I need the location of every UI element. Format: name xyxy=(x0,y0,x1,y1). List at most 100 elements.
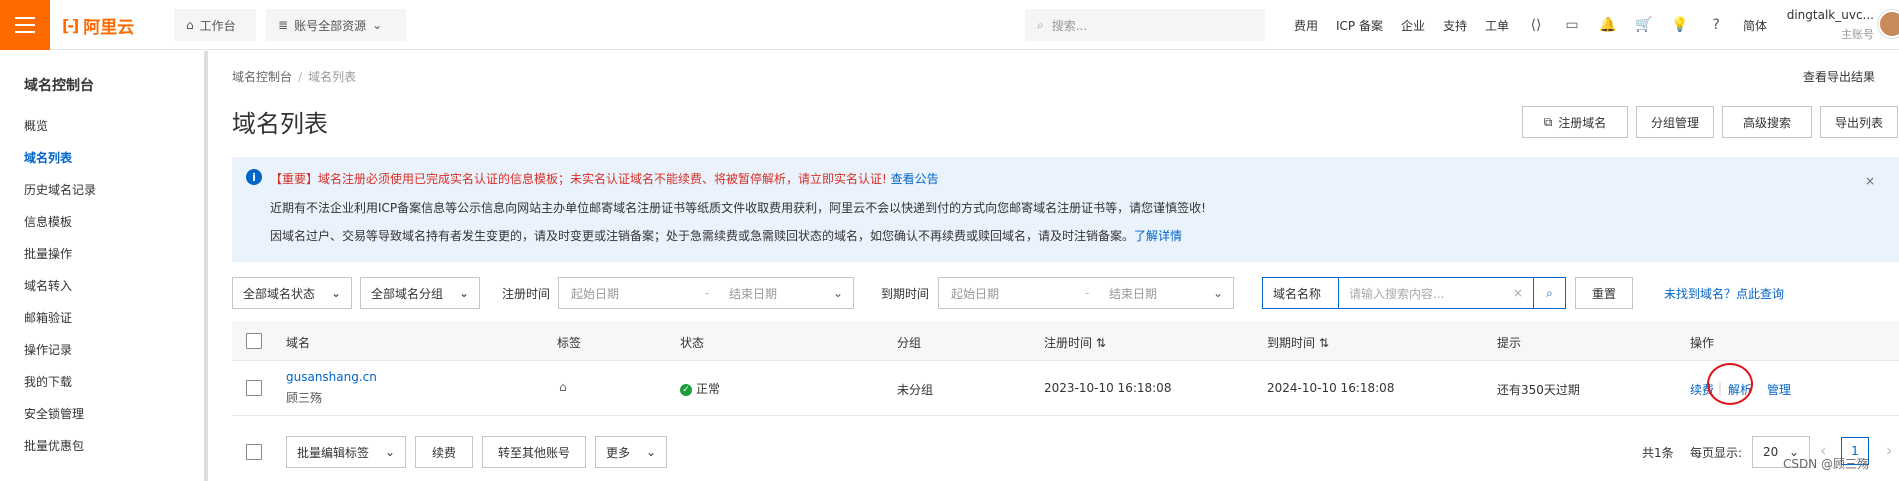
layers-icon: ≣ xyxy=(278,18,289,32)
hamburger-menu-button[interactable] xyxy=(0,0,50,50)
domain-search-group: 域名名称 请输入搜索内容... × ⌕ xyxy=(1262,277,1566,309)
sidebar-item-security-lock[interactable]: 安全锁管理 xyxy=(24,405,84,422)
chevron-down-icon: ⌄ xyxy=(458,286,469,300)
language-switch[interactable]: 简体 xyxy=(1734,17,1776,34)
sort-icon: ⇅ xyxy=(1318,336,1329,350)
domain-search-input[interactable]: 请输入搜索内容... × xyxy=(1338,277,1534,309)
sort-icon: ⇅ xyxy=(1095,336,1106,350)
nav-support[interactable]: 支持 xyxy=(1434,17,1476,34)
top-nav: 费用 ICP 备案 企业 支持 工单 ⟨⟩ ▭ 🔔 🛒 💡 ? 简体 xyxy=(1285,0,1776,50)
breadcrumb-current: 域名列表 xyxy=(308,70,357,84)
search-type-select[interactable]: 域名名称 xyxy=(1262,277,1338,309)
next-page-icon[interactable]: › xyxy=(1886,441,1892,460)
sidebar-item-history[interactable]: 历史域名记录 xyxy=(24,181,96,198)
more-actions-select[interactable]: 更多 ⌄ xyxy=(595,436,667,468)
chevron-down-icon: ⌄ xyxy=(330,286,341,300)
nav-icp[interactable]: ICP 备案 xyxy=(1327,17,1392,34)
export-result-link[interactable]: 查看导出结果 xyxy=(1803,68,1875,85)
exp-time-value: 2024-10-10 16:18:08 xyxy=(1267,381,1395,395)
help-icon[interactable]: ? xyxy=(1707,16,1725,34)
workbench-button[interactable]: ⌂ 工作台 xyxy=(174,9,256,41)
bell-icon[interactable]: 🔔 xyxy=(1599,16,1617,34)
sidebar-item-bundles[interactable]: 批量优惠包 xyxy=(24,437,84,454)
sidebar-item-op-log[interactable]: 操作记录 xyxy=(24,341,72,358)
not-found-query-link[interactable]: 未找到域名？点此查询 xyxy=(1664,285,1784,302)
lightbulb-icon[interactable]: 💡 xyxy=(1671,16,1689,34)
exp-time-label: 到期时间 xyxy=(881,287,930,301)
col-group: 分组 xyxy=(897,336,922,350)
breadcrumb-root[interactable]: 域名控制台 xyxy=(232,70,292,84)
register-domain-button[interactable]: ⧉ 注册域名 xyxy=(1522,106,1628,138)
col-actions: 操作 xyxy=(1690,336,1715,350)
view-announcement-link[interactable]: 查看公告 xyxy=(891,172,939,186)
search-icon: ⌕ xyxy=(1037,17,1044,32)
group-value: 未分组 xyxy=(897,383,934,397)
status-badge: ✓ 正常 xyxy=(680,380,720,397)
nav-ticket[interactable]: 工单 xyxy=(1476,17,1518,34)
info-icon: i xyxy=(246,169,262,185)
chevron-down-icon: ⌄ xyxy=(1212,286,1223,300)
resource-scope-dropdown[interactable]: ≣ 账号全部资源 ⌄ xyxy=(266,9,406,41)
sidebar-item-templates[interactable]: 信息模板 xyxy=(24,213,72,230)
manage-link[interactable]: 管理 xyxy=(1767,381,1791,398)
notice-line-important: 【重要】域名注册必须使用已完成实名认证的信息模板；未实名认证域名不能续费、将被暂… xyxy=(270,172,939,186)
terminal-icon[interactable]: ▭ xyxy=(1563,16,1581,34)
transfer-account-button[interactable]: 转至其他账号 xyxy=(482,436,586,468)
reg-time-label: 注册时间 xyxy=(502,287,551,301)
nav-billing[interactable]: 费用 xyxy=(1285,17,1327,34)
sidebar-item-domain-list[interactable]: 域名列表 xyxy=(24,149,72,166)
bulk-edit-tag-select[interactable]: 批量编辑标签 ⌄ xyxy=(286,436,406,468)
user-info[interactable]: dingtalk_uvc... 主账号 xyxy=(1782,8,1874,42)
logo-mark-icon: [-] xyxy=(62,15,79,35)
breadcrumb: 域名控制台 / 域名列表 xyxy=(232,68,356,85)
domain-name-link[interactable]: gusanshang.cn xyxy=(286,370,377,384)
clear-icon[interactable]: × xyxy=(1513,286,1523,300)
top-bar: [-] 阿里云 ⌂ 工作台 ≣ 账号全部资源 ⌄ ⌕ 搜索... 费用 ICP … xyxy=(0,0,1899,50)
nav-enterprise[interactable]: 企业 xyxy=(1392,17,1434,34)
sidebar-item-email-verify[interactable]: 邮箱验证 xyxy=(24,309,72,326)
global-search-input[interactable]: ⌕ 搜索... xyxy=(1025,9,1265,41)
reset-button[interactable]: 重置 xyxy=(1575,277,1633,309)
domain-owner: 顾三殇 xyxy=(286,391,323,405)
table-row: gusanshang.cn 顾三殇 ⌂ ✓ 正常 未分组 2023-10-10 1… xyxy=(232,361,1899,416)
col-status: 状态 xyxy=(680,336,705,350)
group-manage-button[interactable]: 分组管理 xyxy=(1636,106,1714,138)
close-icon[interactable]: × xyxy=(1865,174,1875,188)
avatar[interactable] xyxy=(1878,10,1899,38)
sidebar-item-downloads[interactable]: 我的下载 xyxy=(24,373,72,390)
dev-tools-icon[interactable]: ⟨⟩ xyxy=(1527,16,1545,34)
chevron-down-icon: ⌄ xyxy=(372,18,383,32)
status-filter-select[interactable]: 全部域名状态 ⌄ xyxy=(232,277,352,309)
expiry-tip: 还有350天过期 xyxy=(1497,383,1580,397)
col-reg-time[interactable]: 注册时间 ⇅ xyxy=(1044,334,1106,351)
bulk-select-checkbox[interactable] xyxy=(246,444,262,460)
sidebar-item-transfer-in[interactable]: 域名转入 xyxy=(24,277,72,294)
group-filter-select[interactable]: 全部域名分组 ⌄ xyxy=(360,277,480,309)
per-page-label: 每页显示: xyxy=(1690,446,1743,460)
csdn-watermark: CSDN @顾三殇 xyxy=(1783,457,1870,471)
select-all-checkbox[interactable] xyxy=(246,333,262,349)
notice-line-fraud: 近期有不法企业利用ICP备案信息等公示信息向网站主办单位邮寄域名注册证书等纸质文… xyxy=(270,201,1206,215)
export-list-button[interactable]: 导出列表 xyxy=(1820,106,1898,138)
col-exp-time[interactable]: 到期时间 ⇅ xyxy=(1267,334,1329,351)
aliyun-logo[interactable]: [-] 阿里云 xyxy=(62,14,134,38)
highlight-circle-annotation xyxy=(1707,363,1753,405)
learn-more-link[interactable]: 了解详情 xyxy=(1134,229,1182,243)
chevron-down-icon: ⌄ xyxy=(832,286,843,300)
bulk-renew-button[interactable]: 续费 xyxy=(415,436,473,468)
chevron-down-icon: ⌄ xyxy=(384,445,395,459)
col-tip: 提示 xyxy=(1497,336,1522,350)
sidebar-title: 域名控制台 xyxy=(24,78,94,94)
breadcrumb-separator: / xyxy=(298,70,303,84)
search-icon: ⌕ xyxy=(1546,285,1553,300)
sidebar-item-batch[interactable]: 批量操作 xyxy=(24,245,72,262)
exp-date-range-picker[interactable]: 起始日期 - 结束日期 ⌄ xyxy=(938,277,1234,309)
row-checkbox[interactable] xyxy=(246,380,262,396)
advanced-search-button[interactable]: 高级搜索 xyxy=(1722,106,1812,138)
search-button[interactable]: ⌕ xyxy=(1534,277,1566,309)
reg-date-range-picker[interactable]: 起始日期 - 结束日期 ⌄ xyxy=(558,277,854,309)
cart-icon[interactable]: 🛒 xyxy=(1635,16,1653,34)
sidebar-item-overview[interactable]: 概览 xyxy=(24,117,48,134)
user-role: 主账号 xyxy=(1841,28,1874,41)
tag-icon[interactable]: ⌂ xyxy=(559,380,567,394)
